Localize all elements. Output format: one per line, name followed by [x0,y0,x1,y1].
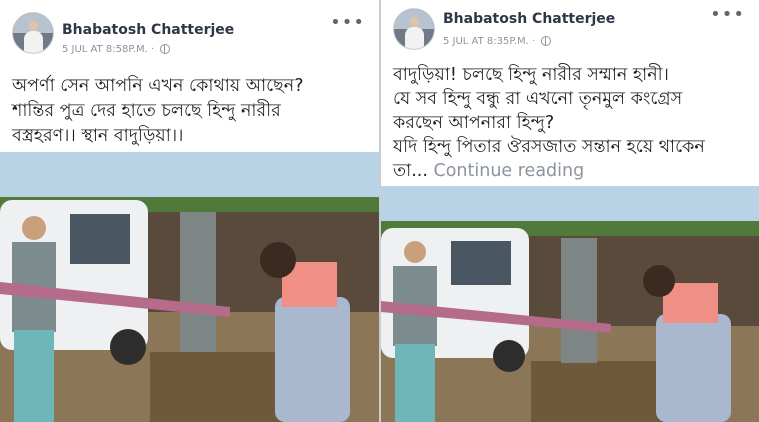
more-options-icon[interactable]: ••• [330,12,365,33]
man-head [404,241,426,263]
woman-sari [656,314,731,422]
hay [150,352,290,422]
woman-sari [275,297,350,422]
facebook-post: Bhabatosh Chatterjee 5 JUL AT 8:58P.M. ·… [0,0,379,422]
avatar[interactable] [393,8,435,50]
post-header: Bhabatosh Chatterjee 5 JUL AT 8:35P.M. ·… [381,0,759,64]
post-header: Bhabatosh Chatterjee 5 JUL AT 8:58P.M. ·… [0,0,379,64]
photo-scene [381,186,759,422]
vehicle-window [70,214,130,264]
man-head [22,216,46,240]
avatar-body [24,31,43,53]
avatar-head [410,17,419,27]
globe-icon[interactable] [160,44,171,54]
facebook-post: Bhabatosh Chatterjee 5 JUL AT 8:35P.M. ·… [381,0,759,422]
woman-head [260,242,296,278]
meta-separator: · [151,44,155,55]
post-photo[interactable] [0,152,379,422]
vehicle-wheel [493,340,525,372]
vehicle-wheel [110,329,146,365]
avatar-body [405,27,424,49]
avatar-head [29,21,38,31]
author-name[interactable]: Bhabatosh Chatterjee [62,22,234,38]
avatar[interactable] [12,12,54,54]
man-trousers [14,330,54,422]
vehicle-window [451,241,511,285]
hay [531,361,671,422]
post-timestamp[interactable]: 5 JUL AT 8:35P.M. [443,36,529,47]
man-trousers [395,344,435,422]
meta-separator: · [532,36,536,47]
post-text-line: যে সব হিন্দু বন্ধু রা এখনো তৃনমুল কংগ্রে… [393,89,683,109]
woman-head [643,265,675,297]
post-text-line: শান্তির পুত্র দের হাতে চলছে হিন্দু নারীর [12,101,281,121]
post-text-line: বস্ত্রহরণ।। স্থান বাদুড়িয়া।। [12,126,184,146]
more-options-icon[interactable]: ••• [710,4,745,25]
post-text: বাদুড়িয়া! চলছে হিন্দু নারীর সম্মান হান… [393,63,749,183]
continue-reading-link[interactable]: Continue reading [433,161,584,181]
bystander [180,212,216,352]
post-timestamp[interactable]: 5 JUL AT 8:58P.M. [62,44,148,55]
post-text-line: বাদুড়িয়া! চলছে হিন্দু নারীর সম্মান হান… [393,65,669,85]
post-text-line: যদি হিন্দু পিতার ঔরসজাত সন্তান হয়ে থাকে… [393,137,705,157]
post-text-line-last: তা... Continue reading [393,159,749,183]
post-text: অপর্ণা সেন আপনি এখন কোথায় আছেন? শান্তির… [12,74,369,149]
post-photo[interactable] [381,186,759,422]
photo-scene [0,152,379,422]
post-text-line: তা... [393,161,428,181]
author-name[interactable]: Bhabatosh Chatterjee [443,11,615,27]
post-text-line: অপর্ণা সেন আপনি এখন কোথায় আছেন? [12,76,304,96]
bystander [561,238,597,363]
globe-icon[interactable] [541,36,552,46]
post-text-line: করছেন আপনারা হিন্দু? [393,113,555,133]
post-meta: 5 JUL AT 8:58P.M. · [62,44,171,55]
post-meta: 5 JUL AT 8:35P.M. · [443,36,552,47]
